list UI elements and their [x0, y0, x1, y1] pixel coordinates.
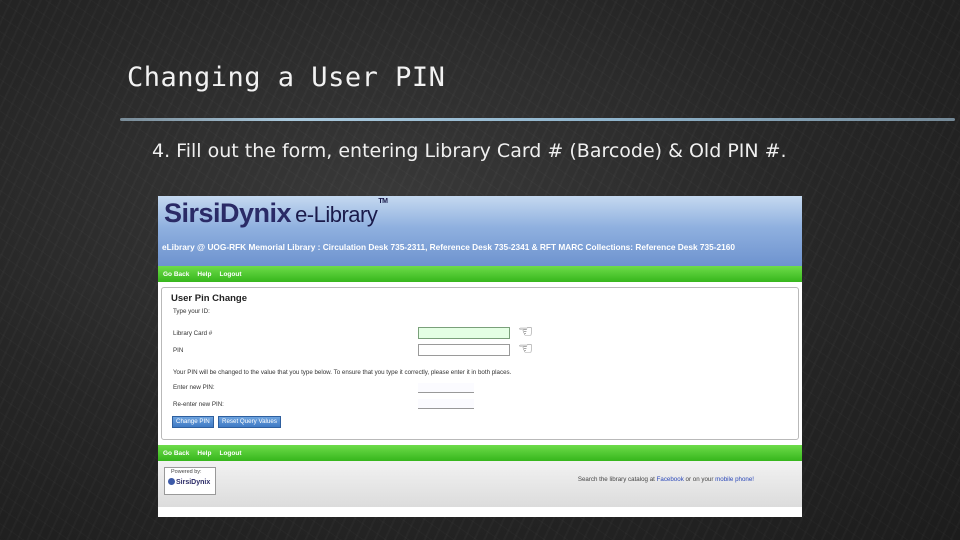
slide-instruction: 4. Fill out the form, entering Library C… [152, 140, 787, 162]
logout-link[interactable]: Logout [219, 450, 241, 457]
form-prompt: Type your ID: [173, 308, 210, 315]
footer-mid-text: or on your [685, 476, 714, 483]
pin-input[interactable] [418, 344, 510, 356]
elibrary-header: SirsiDynix e-LibraryTM eLibrary @ UOG-RFK… [158, 196, 802, 266]
powered-by-logo: SirsiDynix [168, 478, 210, 486]
reenter-pin-input[interactable] [418, 399, 474, 409]
facebook-link[interactable]: Facebook [657, 476, 684, 483]
footer-links: Search the library catalog at Facebook o… [578, 476, 754, 483]
sirsidynix-logo: SirsiDynix e-LibraryTM [164, 198, 388, 229]
title-underline [120, 118, 955, 121]
new-pin-input[interactable] [418, 383, 474, 393]
sirsidynix-dot-icon [168, 478, 175, 485]
powered-by-label: Powered by: [171, 469, 202, 475]
library-description: eLibrary @ UOG-RFK Memorial Library : Ci… [162, 242, 735, 252]
elibrary-footer: Powered by: SirsiDynix Search the librar… [158, 461, 802, 507]
pin-label: PIN [173, 347, 184, 354]
change-pin-button[interactable]: Change PIN [172, 416, 214, 428]
logo-brand: SirsiDynix [164, 198, 292, 228]
pin-change-notice: Your PIN will be changed to the value th… [173, 369, 512, 376]
logout-link[interactable]: Logout [219, 271, 241, 278]
slide-title: Changing a User PIN [127, 62, 446, 93]
bottom-nav-bar: Go Back Help Logout [158, 445, 802, 461]
screenshot-panel: SirsiDynix e-LibraryTM eLibrary @ UOG-RFK… [158, 196, 802, 517]
new-pin-label: Enter new PIN: [173, 384, 215, 391]
reenter-pin-label: Re-enter new PIN: [173, 401, 224, 408]
top-nav-bar: Go Back Help Logout [158, 266, 802, 282]
logo-trademark: TM [378, 198, 388, 205]
pointing-hand-icon: ☜ [518, 322, 534, 341]
form-title: User Pin Change [171, 293, 248, 304]
mobile-phone-link[interactable]: mobile phone! [715, 476, 754, 483]
powered-by-logo-text: SirsiDynix [176, 479, 211, 486]
footer-search-text: Search the library catalog at [577, 476, 655, 483]
go-back-link[interactable]: Go Back [163, 271, 189, 278]
help-link[interactable]: Help [197, 450, 211, 457]
logo-product: e-Library [295, 202, 378, 227]
pin-change-form: User Pin Change Type your ID: Library Ca… [161, 287, 799, 440]
help-link[interactable]: Help [197, 271, 211, 278]
library-card-input[interactable] [418, 327, 510, 339]
pointing-hand-icon: ☜ [518, 339, 534, 358]
go-back-link[interactable]: Go Back [163, 450, 189, 457]
powered-by-badge: Powered by: SirsiDynix [164, 467, 216, 495]
reset-query-button[interactable]: Reset Query Values [218, 416, 281, 428]
library-card-label: Library Card # [173, 330, 213, 337]
